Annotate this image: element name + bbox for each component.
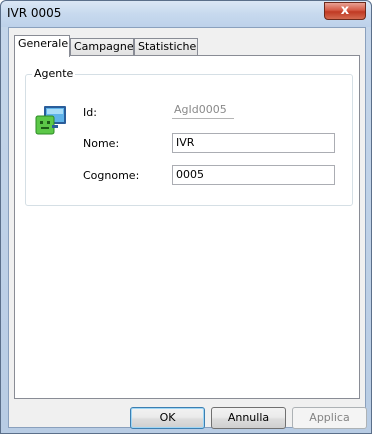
close-button[interactable]: x — [324, 2, 366, 20]
dialog-client-area: Generale Campagne Statistiche Agente Id: — [8, 27, 367, 429]
cancel-button[interactable]: Annulla — [211, 407, 286, 429]
ok-button[interactable]: OK — [130, 407, 205, 429]
tab-statistiche[interactable]: Statistiche — [134, 38, 198, 56]
agent-monitor-icon — [35, 106, 66, 135]
id-field: AgId0005 — [172, 103, 234, 119]
tab-generale[interactable]: Generale — [14, 35, 70, 57]
cognome-field[interactable]: 0005 — [172, 165, 335, 185]
title-bar[interactable]: IVR 0005 x — [1, 1, 371, 27]
cognome-label: Cognome: — [83, 169, 140, 182]
agent-groupbox: Agente Id: AgId0005 Nome: IVR Cognome: 0… — [25, 67, 353, 206]
tab-campagne[interactable]: Campagne — [70, 38, 134, 56]
nome-label: Nome: — [83, 137, 120, 150]
agent-group-legend: Agente — [32, 67, 76, 80]
tab-panel-generale: Agente Id: AgId0005 Nome: IVR Cognome: 0… — [14, 55, 360, 399]
dialog-window: IVR 0005 x Generale Campagne Statistiche… — [0, 0, 372, 434]
nome-field[interactable]: IVR — [172, 133, 335, 153]
window-title: IVR 0005 — [7, 6, 62, 20]
apply-button[interactable]: Applica — [292, 407, 367, 429]
close-icon: x — [340, 3, 350, 18]
id-label: Id: — [83, 106, 97, 119]
